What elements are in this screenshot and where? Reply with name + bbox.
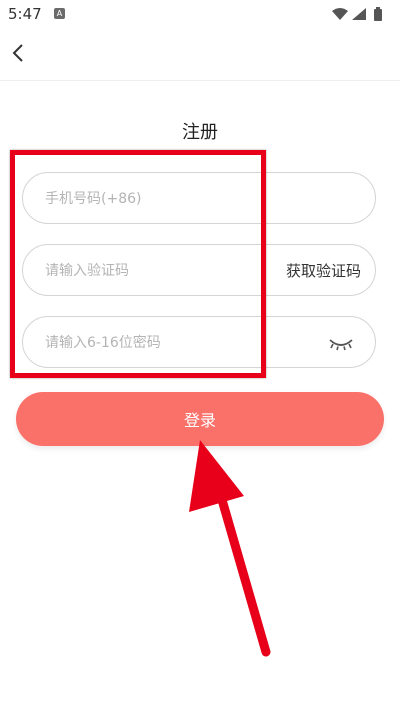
status-time: 5:47 [8,5,42,23]
status-bar: 5:47 A [0,0,400,28]
code-input[interactable] [43,245,267,297]
signal-icon [352,8,366,20]
chevron-left-icon[interactable] [8,42,30,64]
password-field [22,316,376,369]
wifi-icon [332,8,348,20]
eye-closed-icon[interactable] [327,334,355,352]
a-icon: A [54,8,65,19]
get-code-button[interactable]: 获取验证码 [286,260,361,281]
phone-input[interactable] [43,173,267,225]
page-title: 注册 [182,122,218,143]
code-field: 获取验证码 [22,244,376,297]
password-input[interactable] [43,317,267,369]
login-button[interactable]: 登录 [16,392,384,446]
phone-field [22,172,376,225]
battery-icon [374,7,382,21]
header-bar [0,28,400,81]
status-icons [332,7,382,21]
